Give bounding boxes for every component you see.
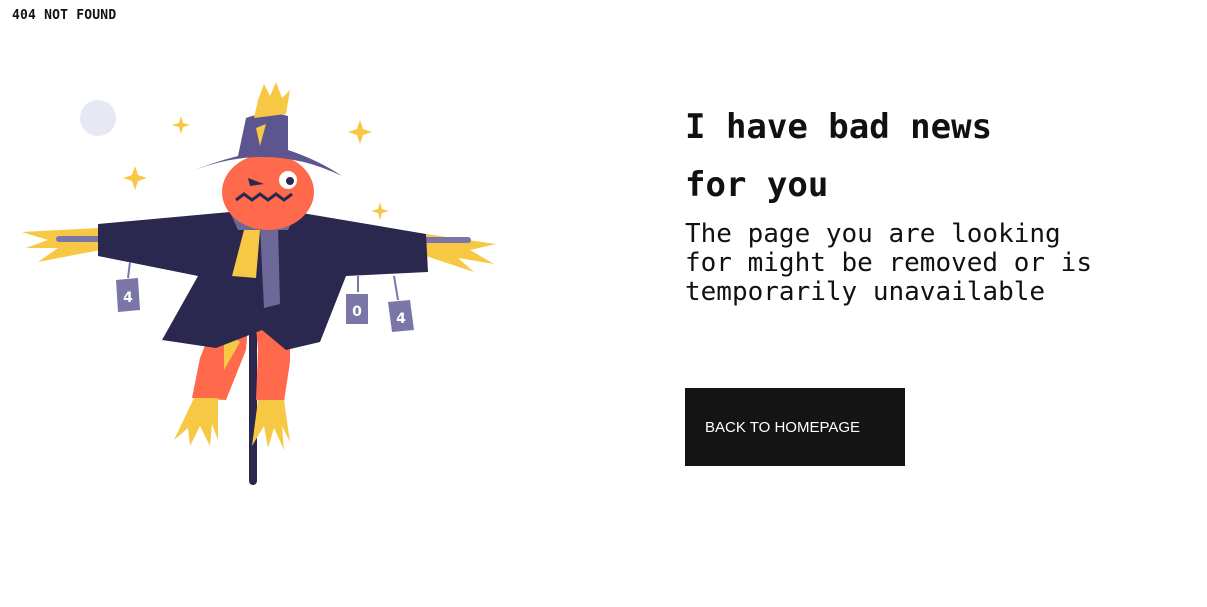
page-title: I have bad news for you [685, 98, 1155, 214]
can-digit-2: 0 [352, 304, 362, 320]
page-header-label: 404 NOT FOUND [12, 8, 117, 23]
headline-line-2: for you [685, 165, 829, 205]
headline-line-1: I have bad news [685, 107, 993, 147]
error-description: The page you are looking for might be re… [685, 220, 1155, 307]
back-to-homepage-button[interactable]: BACK TO HOMEPAGE [685, 388, 905, 466]
error-message-panel: I have bad news for you The page you are… [685, 98, 1155, 307]
can-digit-3: 4 [396, 311, 406, 327]
message-line-1: The page you are looking [685, 219, 1061, 249]
moon-shape [80, 100, 116, 136]
message-line-2: for might be removed or is [685, 248, 1092, 278]
pole-shape [249, 312, 257, 485]
hanging-can-4b: 4 [388, 275, 414, 332]
message-line-3: temporarily unavailable [685, 277, 1046, 307]
hanging-can-4: 4 [116, 261, 140, 312]
can-digit-1: 4 [123, 290, 133, 306]
scarecrow-face [222, 154, 314, 230]
scarecrow-404-illustration: 4 0 4 [22, 82, 496, 485]
hanging-can-0: 0 [346, 276, 368, 324]
